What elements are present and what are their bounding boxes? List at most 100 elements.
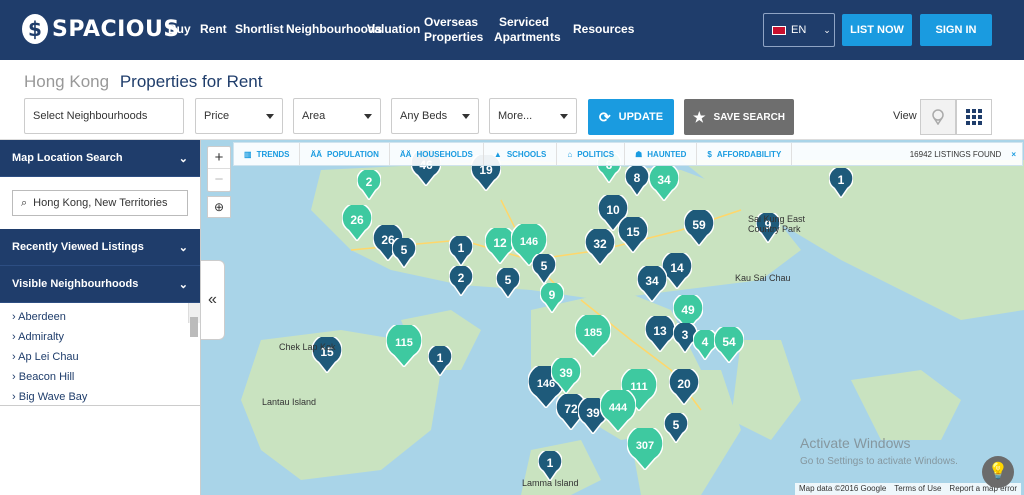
place-label-sai-kung: Sai Kung East Country Park	[748, 214, 806, 234]
map-marker[interactable]: 59	[683, 207, 715, 248]
uk-flag-icon	[772, 25, 786, 35]
marker-count: 1	[837, 173, 845, 187]
toolbar-politics[interactable]: ⌂ POLITICS	[557, 143, 626, 165]
more-select[interactable]: More...	[489, 98, 577, 134]
sign-in-button[interactable]: SIGN IN	[920, 14, 992, 46]
map-marker[interactable]: 20	[668, 366, 700, 407]
map-marker[interactable]: 8	[624, 163, 650, 198]
marker-count: 2	[365, 175, 373, 189]
spacious-logo[interactable]: $ SPACIOUS	[22, 14, 180, 44]
beds-select[interactable]: Any Beds	[391, 98, 479, 134]
map-marker[interactable]: 2	[356, 167, 382, 202]
list-item[interactable]: › Big Wave Bay	[12, 387, 200, 405]
map-view-button[interactable]	[920, 99, 956, 135]
nav-serviced-apartments[interactable]: Serviced Apartments	[494, 15, 561, 45]
toolbar-trends[interactable]: ▥ TRENDS	[234, 143, 301, 165]
map-marker[interactable]: 9	[539, 280, 565, 315]
haunted-label: HAUNTED	[647, 149, 687, 159]
map-marker[interactable]: 1	[828, 165, 854, 200]
save-search-button[interactable]: ★ SAVE SEARCH	[684, 99, 794, 135]
map-marker[interactable]: 13	[644, 313, 676, 354]
beds-label: Any Beds	[400, 110, 448, 122]
grid-view-button[interactable]	[956, 99, 992, 135]
map-marker[interactable]: 34	[636, 263, 668, 304]
list-now-button[interactable]: LIST NOW	[842, 14, 912, 46]
chevron-down-icon: ⌄	[823, 24, 831, 35]
language-selector[interactable]: EN ⌄	[763, 13, 835, 47]
neighbourhoods-select[interactable]: Select Neighbourhoods	[24, 98, 184, 134]
map-marker[interactable]: 39	[550, 355, 582, 396]
list-item[interactable]: › Ap Lei Chau	[12, 347, 200, 367]
map-marker[interactable]: 26	[341, 202, 373, 243]
map-marker[interactable]: 54	[713, 324, 745, 365]
listing-count: 16942 LISTINGS FOUND ×	[904, 150, 1022, 159]
toolbar-households[interactable]: ÄÄ HOUSEHOLDS	[390, 143, 484, 165]
map-marker[interactable]: 5	[495, 265, 521, 300]
toolbar-schools[interactable]: ▲ SCHOOLS	[484, 143, 558, 165]
list-item[interactable]: › Beacon Hill	[12, 367, 200, 387]
zoom-in-button[interactable]: +	[208, 147, 230, 169]
nav-resources[interactable]: Resources	[573, 22, 634, 37]
collapse-sidebar-button[interactable]: «	[201, 260, 225, 340]
logo-text: SPACIOUS	[52, 16, 180, 42]
place-label-chek-lap-kok: Chek Lap Kok	[279, 342, 336, 352]
windows-watermark-title: Activate Windows	[800, 435, 911, 451]
map-marker[interactable]: 115	[385, 321, 423, 369]
list-item[interactable]: › Aberdeen	[12, 307, 200, 327]
update-button[interactable]: ⟳ UPDATE	[588, 99, 674, 135]
map-marker[interactable]: 1	[427, 343, 453, 378]
nav-rent[interactable]: Rent	[200, 22, 227, 37]
area-select[interactable]: Area	[293, 98, 381, 134]
map-location-search-header[interactable]: Map Location Search ⌄	[0, 140, 200, 177]
update-label: UPDATE	[618, 111, 664, 123]
sidebar: Map Location Search ⌄ ⌕ Hong Kong, New Te…	[0, 140, 201, 495]
price-select[interactable]: Price	[195, 98, 283, 134]
list-item[interactable]: › Admiralty	[12, 327, 200, 347]
caret-icon	[364, 113, 372, 119]
scrollbar-thumb[interactable]	[190, 317, 198, 337]
toolbar-affordability[interactable]: $ AFFORDABILITY	[697, 143, 793, 165]
map-marker[interactable]: 444	[599, 386, 637, 434]
chevron-double-left-icon: «	[208, 291, 217, 308]
map-marker[interactable]: 1	[537, 448, 563, 483]
list-item-label: Aberdeen	[18, 311, 66, 323]
marker-count: 5	[504, 273, 512, 287]
map-attribution: Map data ©2016 Google Terms of Use Repor…	[795, 483, 1022, 495]
terms-of-use-link[interactable]: Terms of Use	[894, 483, 941, 495]
chevron-down-icon: ⌄	[178, 241, 188, 254]
map-marker[interactable]: 34	[648, 162, 680, 203]
breadcrumb-region[interactable]: Hong Kong	[24, 72, 109, 91]
zoom-out-button[interactable]: −	[208, 169, 230, 191]
close-icon[interactable]: ×	[1011, 150, 1016, 159]
map-marker[interactable]: 5	[663, 410, 689, 445]
nav-buy[interactable]: Buy	[168, 22, 191, 37]
visible-neighbourhoods-header[interactable]: Visible Neighbourhoods ⌄	[0, 266, 200, 303]
locate-button[interactable]: ⊕	[207, 196, 231, 218]
map-marker[interactable]: 32	[584, 226, 616, 267]
help-bulb-button[interactable]: 💡	[982, 456, 1014, 488]
nav-overseas-properties[interactable]: Overseas Properties	[424, 15, 483, 45]
toolbar-population[interactable]: ÄÄ POPULATION	[300, 143, 390, 165]
location-search-input[interactable]: ⌕ Hong Kong, New Territories	[12, 190, 188, 216]
map-marker[interactable]: 185	[574, 311, 612, 359]
map-marker[interactable]: 5	[531, 251, 557, 286]
map-marker[interactable]: 1	[448, 233, 474, 268]
toolbar-haunted[interactable]: ☗ HAUNTED	[625, 143, 698, 165]
price-label: Price	[204, 110, 230, 122]
language-label: EN	[791, 24, 807, 36]
marker-count: 34	[645, 274, 659, 288]
recently-viewed-header[interactable]: Recently Viewed Listings ⌄	[0, 229, 200, 266]
zoom-control: + −	[207, 146, 231, 192]
map-marker[interactable]: 15	[617, 214, 649, 255]
map-marker[interactable]: 2	[448, 263, 474, 298]
map-marker[interactable]: 5	[391, 235, 417, 270]
nav-valuation[interactable]: Valuation	[367, 22, 420, 37]
list-item-label: Big Wave Bay	[18, 391, 88, 403]
visible-neighbourhoods-title: Visible Neighbourhoods	[12, 278, 139, 290]
scrollbar[interactable]	[188, 303, 200, 337]
map-marker[interactable]: 307	[626, 424, 664, 472]
nav-shortlist[interactable]: Shortlist	[235, 22, 284, 37]
area-label: Area	[302, 110, 326, 122]
marker-count: 185	[583, 327, 603, 339]
refresh-icon: ⟳	[598, 108, 611, 125]
